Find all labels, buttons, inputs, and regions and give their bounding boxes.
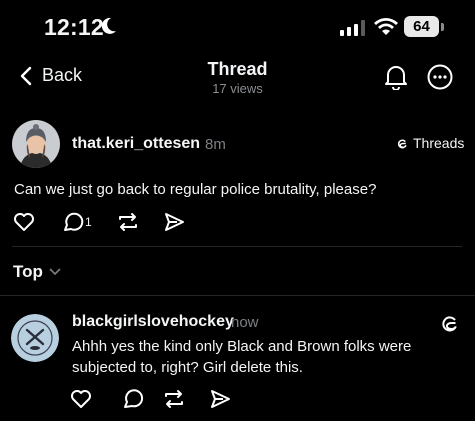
share-icon[interactable]: [211, 390, 230, 408]
reply-timestamp: now: [231, 314, 259, 331]
post-timestamp: 8m: [205, 136, 226, 153]
sort-label: Top: [13, 262, 43, 281]
battery-icon: 64: [404, 16, 439, 37]
battery-level: 64: [413, 18, 430, 35]
battery-nub: [441, 23, 444, 31]
like-icon[interactable]: [14, 213, 34, 231]
threads-logo-icon[interactable]: [440, 312, 460, 334]
comment-icon[interactable]: [64, 212, 84, 231]
more-options-icon[interactable]: [427, 64, 453, 90]
status-time: 12:12: [44, 14, 104, 40]
avatar[interactable]: [11, 314, 59, 362]
reply-count: 1: [85, 215, 92, 229]
signal-icon: [340, 20, 366, 36]
sort-dropdown[interactable]: Top: [13, 262, 61, 282]
divider: [12, 246, 462, 247]
post-actions: [13, 211, 193, 233]
threads-badge-label: Threads: [413, 135, 465, 151]
reply-actions: [70, 388, 240, 410]
reply-body: Ahhh yes the kind only Black and Brown f…: [72, 338, 412, 376]
reply-username[interactable]: blackgirlslovehockey: [72, 313, 234, 331]
threads-logo-icon: [396, 137, 409, 150]
post-body: Can we just go back to regular police br…: [14, 181, 377, 198]
comment-icon[interactable]: [124, 389, 144, 408]
divider: [0, 295, 475, 296]
wifi-icon: [374, 17, 398, 37]
like-icon[interactable]: [71, 390, 91, 408]
repost-icon[interactable]: [119, 213, 137, 231]
post-username[interactable]: that.keri_ottesen: [72, 135, 200, 153]
repost-icon[interactable]: [165, 390, 183, 408]
moon-icon: [101, 16, 117, 36]
share-icon[interactable]: [165, 213, 184, 231]
avatar[interactable]: [12, 120, 60, 168]
bell-icon[interactable]: [384, 64, 408, 90]
chevron-down-icon: [49, 268, 61, 276]
threads-badge[interactable]: Threads: [396, 135, 464, 151]
